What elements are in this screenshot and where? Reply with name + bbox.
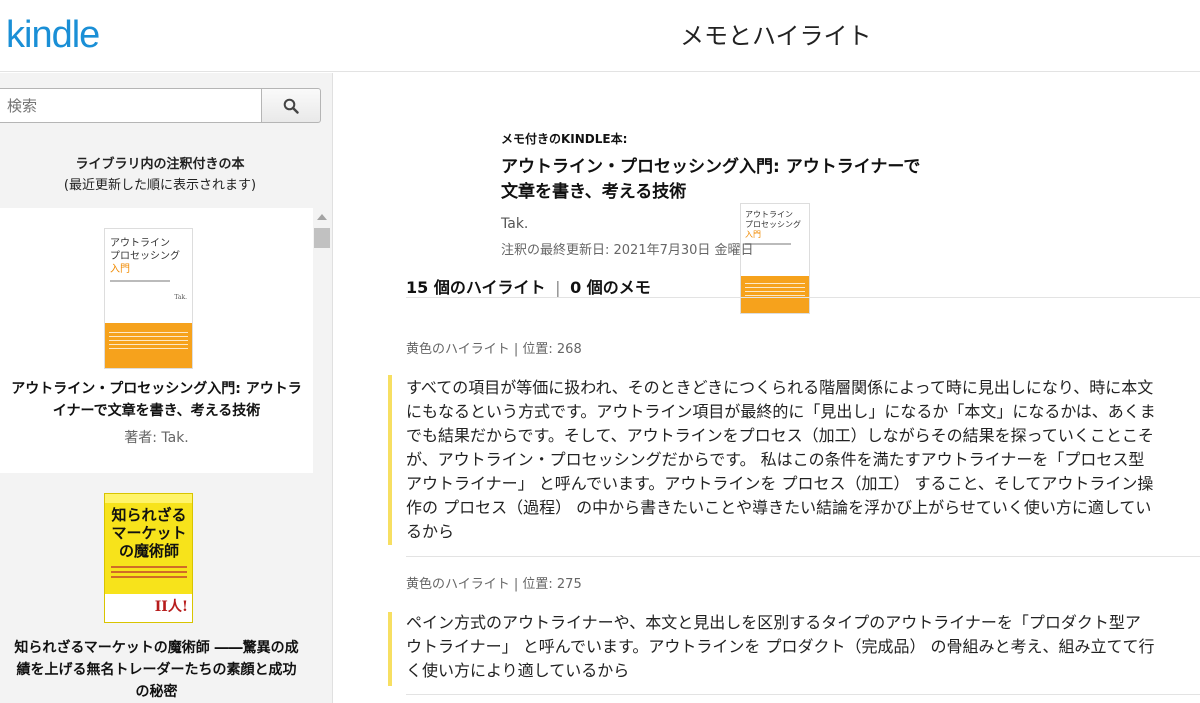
book-title: アウトライン・プロセッシング入門: アウトライナーで文章を書き、考える技術 — [501, 157, 921, 202]
highlight-text: ペイン方式のアウトライナーや、本文と見出しを区別するタイプのアウトライナーを「プ… — [406, 613, 1155, 680]
main-panel: アウトライン プロセッシング 入門 メモ付きのKINDLE本: アウトライン・プ… — [334, 73, 1200, 703]
cover-title-line2: プロセッシング — [110, 251, 180, 262]
highlight-color-bar — [388, 375, 392, 545]
search-icon — [283, 98, 299, 114]
last-updated: 注釈の最終更新日: 2021年7月30日 金曜日 — [501, 243, 754, 258]
scroll-thumb[interactable] — [314, 228, 330, 248]
highlight-color-bar — [388, 612, 392, 686]
highlight-text: すべての項目が等価に扱われ、そのときどきにつくられる階層関係によって時に見出しに… — [406, 378, 1156, 541]
search-input[interactable] — [0, 88, 261, 123]
divider — [406, 694, 1200, 695]
scroll-up-arrow-icon[interactable] — [317, 214, 327, 220]
book-list: アウトライン プロセッシング 入門 Tak. アウトライン・プロセッシング入門:… — [0, 208, 313, 703]
annotation-counts: 15 個のハイライト | 0 個のメモ — [406, 274, 651, 298]
divider — [406, 556, 1200, 557]
cover-title-line1: アウトライン — [110, 238, 170, 249]
cover-title-line3: 入門 — [745, 230, 761, 239]
counts-separator: | — [555, 278, 561, 297]
highlights-count: 15 個のハイライト — [406, 278, 546, 297]
cover-title-line3: 入門 — [110, 264, 130, 275]
sidebar-scrollbar[interactable] — [313, 208, 331, 703]
sidebar: ライブラリ内の注釈付きの本 (最近更新した順に表示されます) アウトライン プロ… — [0, 73, 333, 703]
cover-badge: II人! — [154, 599, 188, 615]
book-list-item[interactable]: 知られざるマーケットの魔術師 II人! 知られざるマーケットの魔術師 ――驚異の… — [0, 473, 313, 703]
highlight-header[interactable]: 黄色のハイライト | 位置: 275 — [406, 573, 582, 592]
page-title: メモとハイライト — [680, 22, 872, 50]
book-title: アウトライン・プロセッシング入門: アウトライナーで文章を書き、考える技術 — [11, 381, 302, 419]
library-heading: ライブラリ内の注釈付きの本 — [75, 157, 245, 172]
meta-label: メモ付きのKINDLE本: — [501, 132, 628, 146]
search-button[interactable] — [261, 88, 321, 123]
kindle-logo[interactable]: kindle — [6, 14, 100, 57]
cover-title: 知られざるマーケットの魔術師 — [111, 506, 187, 560]
divider — [406, 297, 1200, 298]
book-title: 知られざるマーケットの魔術師 ――驚異の成績を上げる無名トレーダーたちの素顔と成… — [14, 640, 299, 700]
top-header: kindle メモとハイライト — [0, 0, 1200, 72]
book-cover: アウトライン プロセッシング 入門 Tak. — [104, 228, 193, 369]
book-author: 著者: Tak. — [124, 430, 189, 446]
book-cover: 知られざるマーケットの魔術師 II人! — [104, 493, 193, 623]
cover-author: Tak. — [174, 294, 187, 301]
library-subheading: (最近更新した順に表示されます) — [63, 178, 257, 193]
notes-count: 0 個のメモ — [570, 278, 651, 297]
cover-title-line1: アウトライン — [745, 210, 793, 219]
highlight-header[interactable]: 黄色のハイライト | 位置: 268 — [406, 338, 582, 357]
cover-title-line2: プロセッシング — [745, 220, 801, 229]
book-author: Tak. — [501, 216, 529, 232]
book-list-item[interactable]: アウトライン プロセッシング 入門 Tak. アウトライン・プロセッシング入門:… — [0, 208, 313, 473]
